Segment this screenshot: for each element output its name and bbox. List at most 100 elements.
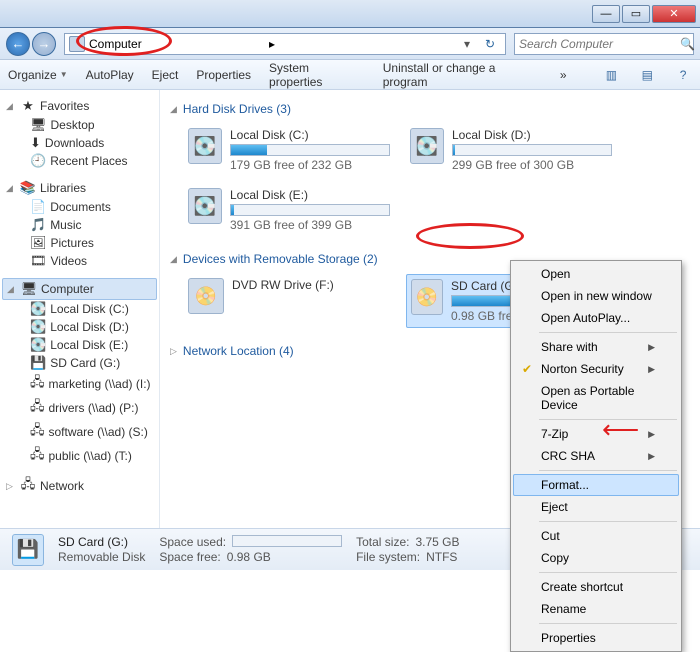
nav-head-network[interactable]: ▷ 🖧 Network bbox=[2, 476, 157, 496]
drive-icon: 🖧 bbox=[30, 397, 45, 419]
nav-head-favorites[interactable]: ◢ ★ Favorites bbox=[2, 96, 157, 116]
menu-item[interactable]: Open in new window bbox=[513, 285, 679, 307]
menu-item[interactable]: Open bbox=[513, 263, 679, 285]
status-subtitle: Removable Disk bbox=[58, 550, 145, 565]
libraries-icon: 📚 bbox=[20, 180, 36, 196]
eject-button[interactable]: Eject bbox=[152, 68, 179, 82]
capacity-bar bbox=[452, 144, 612, 156]
status-title: SD Card (G:) bbox=[58, 535, 145, 550]
pictures-icon: 🖼 bbox=[30, 235, 47, 251]
menu-item[interactable]: Open AutoPlay... bbox=[513, 307, 679, 329]
system-properties-button[interactable]: System properties bbox=[269, 61, 365, 89]
uninstall-button[interactable]: Uninstall or change a program bbox=[383, 61, 542, 89]
menu-item[interactable]: 7-Zip▶ bbox=[513, 423, 679, 445]
nav-forward-button[interactable]: → bbox=[32, 32, 56, 56]
capacity-bar bbox=[230, 204, 390, 216]
music-icon: 🎵 bbox=[30, 217, 46, 233]
command-toolbar: Organize▼ AutoPlay Eject Properties Syst… bbox=[0, 60, 700, 90]
documents-icon: 📄 bbox=[30, 199, 46, 215]
menu-separator bbox=[539, 572, 677, 573]
nav-item-drive[interactable]: 🖧marketing (\\ad) (I:) bbox=[2, 372, 157, 396]
nav-head-computer[interactable]: ◢ 🖥 Computer bbox=[2, 278, 157, 300]
drive-icon: 💽 bbox=[188, 128, 222, 164]
properties-button[interactable]: Properties bbox=[196, 68, 251, 82]
nav-item-music[interactable]: 🎵Music bbox=[2, 216, 157, 234]
nav-item-drive[interactable]: 🖧software (\\ad) (S:) bbox=[2, 420, 157, 444]
collapse-icon: ◢ bbox=[7, 284, 17, 295]
recent-icon: 🕘 bbox=[30, 153, 46, 169]
drive-tile[interactable]: 📀DVD RW Drive (F:) bbox=[184, 274, 394, 328]
nav-item-drive[interactable]: 💽Local Disk (D:) bbox=[2, 318, 157, 336]
nav-item-desktop[interactable]: 🖥Desktop bbox=[2, 116, 157, 134]
section-hdd-header[interactable]: ◢ Hard Disk Drives (3) bbox=[166, 98, 694, 124]
help-icon[interactable]: ? bbox=[674, 66, 692, 84]
nav-head-libraries[interactable]: ◢ 📚 Libraries bbox=[2, 178, 157, 198]
toolbar-overflow-button[interactable]: » bbox=[560, 68, 567, 82]
hdd-drives-list: 💽Local Disk (C:)179 GB free of 232 GB💽Lo… bbox=[166, 124, 694, 236]
address-bar[interactable]: Computer ▸ ▾ ↻ bbox=[64, 33, 506, 55]
nav-group-computer: ◢ 🖥 Computer 💽Local Disk (C:)💽Local Disk… bbox=[2, 278, 157, 468]
menu-item[interactable]: Cut bbox=[513, 525, 679, 547]
address-dropdown-icon[interactable]: ▾ bbox=[459, 37, 475, 51]
drive-icon: 🖧 bbox=[30, 421, 45, 443]
nav-item-pictures[interactable]: 🖼Pictures bbox=[2, 234, 157, 252]
menu-item[interactable]: Properties bbox=[513, 627, 679, 649]
desktop-icon: 🖥 bbox=[30, 117, 47, 133]
nav-item-drive[interactable]: 💽Local Disk (E:) bbox=[2, 336, 157, 354]
drive-tile[interactable]: 💽Local Disk (E:)391 GB free of 399 GB bbox=[184, 184, 394, 236]
sdcard-icon: 💾 bbox=[12, 534, 44, 566]
nav-item-drive[interactable]: 💽Local Disk (C:) bbox=[2, 300, 157, 318]
downloads-icon: ⬇ bbox=[30, 135, 41, 151]
nav-item-drive[interactable]: 🖧drivers (\\ad) (P:) bbox=[2, 396, 157, 420]
drive-icon: 💽 bbox=[30, 337, 46, 353]
address-text: Computer bbox=[89, 37, 265, 51]
drive-icon: 💽 bbox=[30, 319, 46, 335]
nav-pane: ◢ ★ Favorites 🖥Desktop ⬇Downloads 🕘Recen… bbox=[0, 90, 160, 528]
collapse-icon: ◢ bbox=[170, 104, 177, 115]
space-free-value: 0.98 GB bbox=[227, 550, 271, 565]
nav-item-downloads[interactable]: ⬇Downloads bbox=[2, 134, 157, 152]
nav-item-videos[interactable]: 🎞Videos bbox=[2, 252, 157, 270]
capacity-bar bbox=[230, 144, 390, 156]
search-box[interactable]: 🔍 bbox=[514, 33, 694, 55]
star-icon: ★ bbox=[20, 98, 36, 114]
computer-icon bbox=[69, 36, 85, 52]
file-system-label: File system: bbox=[356, 550, 420, 565]
menu-item[interactable]: Rename bbox=[513, 598, 679, 620]
drive-tile[interactable]: 💽Local Disk (D:)299 GB free of 300 GB bbox=[406, 124, 616, 176]
menu-item[interactable]: Open as Portable Device bbox=[513, 380, 679, 416]
search-icon[interactable]: 🔍 bbox=[680, 37, 695, 51]
autoplay-button[interactable]: AutoPlay bbox=[86, 68, 134, 82]
window-close-button[interactable]: ✕ bbox=[652, 5, 696, 23]
nav-back-button[interactable]: ← bbox=[6, 32, 30, 56]
view-mode-icon[interactable]: ▥ bbox=[603, 66, 621, 84]
expand-icon: ▷ bbox=[170, 346, 177, 357]
nav-group-favorites: ◢ ★ Favorites 🖥Desktop ⬇Downloads 🕘Recen… bbox=[2, 96, 157, 170]
menu-item[interactable]: Create shortcut bbox=[513, 576, 679, 598]
menu-separator bbox=[539, 623, 677, 624]
search-input[interactable] bbox=[519, 37, 676, 51]
network-icon: 🖧 bbox=[20, 478, 36, 494]
preview-pane-icon[interactable]: ▤ bbox=[638, 66, 656, 84]
drive-tile[interactable]: 💽Local Disk (C:)179 GB free of 232 GB bbox=[184, 124, 394, 176]
organize-button[interactable]: Organize▼ bbox=[8, 68, 68, 82]
nav-item-drive[interactable]: 🖧public (\\ad) (T:) bbox=[2, 444, 157, 468]
menu-item[interactable]: Share with▶ bbox=[513, 336, 679, 358]
nav-item-recent[interactable]: 🕘Recent Places bbox=[2, 152, 157, 170]
menu-separator bbox=[539, 470, 677, 471]
window-maximize-button[interactable]: ▭ bbox=[622, 5, 650, 23]
menu-item[interactable]: CRC SHA▶ bbox=[513, 445, 679, 467]
collapse-icon: ◢ bbox=[170, 254, 177, 265]
menu-item[interactable]: Format... bbox=[513, 474, 679, 496]
drive-icon: 🖧 bbox=[30, 373, 45, 395]
window-minimize-button[interactable]: — bbox=[592, 5, 620, 23]
collapse-icon: ◢ bbox=[6, 183, 16, 194]
menu-item[interactable]: Copy bbox=[513, 547, 679, 569]
drive-icon: 💽 bbox=[30, 301, 46, 317]
drive-title: DVD RW Drive (F:) bbox=[232, 278, 390, 292]
refresh-icon[interactable]: ↻ bbox=[479, 37, 501, 51]
menu-item[interactable]: ✔Norton Security▶ bbox=[513, 358, 679, 380]
menu-item[interactable]: Eject bbox=[513, 496, 679, 518]
nav-item-drive[interactable]: 💾SD Card (G:) bbox=[2, 354, 157, 372]
nav-item-documents[interactable]: 📄Documents bbox=[2, 198, 157, 216]
